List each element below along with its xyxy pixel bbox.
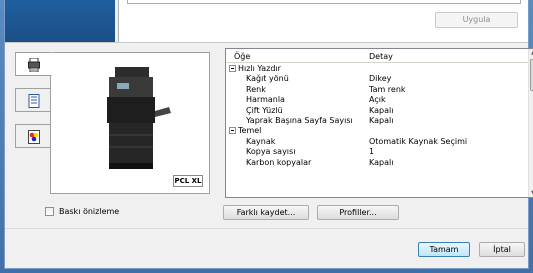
- top-settings-panel: Uygula: [118, 0, 528, 42]
- tree-item-label: Kaynak: [246, 136, 276, 146]
- tree-scrollbar[interactable]: ▲ ▼: [528, 49, 533, 197]
- divider-bottom: [5, 228, 528, 229]
- printer-icon: [28, 58, 40, 72]
- header-blue-panel: [5, 0, 115, 42]
- tree-row[interactable]: Kaynak Otomatik Kaynak Seçimi: [226, 137, 526, 147]
- tree-item-value: Otomatik Kaynak Seçimi: [369, 136, 468, 146]
- tree-item-label: Harmanla: [246, 95, 285, 105]
- tree-item-label: Temel: [238, 126, 262, 136]
- color-icon: [28, 130, 40, 144]
- tree-item-label: Yaprak Başına Sayfa Sayısı: [246, 116, 353, 125]
- print-preview-checkbox[interactable]: [45, 207, 54, 216]
- scroll-up-icon[interactable]: ▲: [529, 49, 533, 57]
- tab-document[interactable]: [15, 88, 51, 112]
- tree-item-value: Açık: [369, 95, 386, 105]
- tree-item-value: Kapalı: [369, 116, 394, 125]
- tree-item-value: Tam renk: [369, 84, 406, 94]
- tree-item-label: Çift Yüzlü: [246, 105, 283, 115]
- print-preview-label: Baskı önizleme: [59, 207, 120, 216]
- save-as-button[interactable]: Farklı kaydet...: [223, 205, 309, 220]
- tree-row[interactable]: Kopya sayısı 1: [226, 147, 526, 157]
- tree-item-value: 1: [369, 147, 375, 157]
- tab-color[interactable]: [15, 124, 51, 148]
- tree-row[interactable]: Renk Tam renk: [226, 85, 526, 95]
- collapse-icon[interactable]: [229, 65, 236, 72]
- tree-item-value: Kapalı: [369, 157, 394, 167]
- collapse-icon[interactable]: [229, 127, 236, 135]
- tree-row[interactable]: Yaprak Başına Sayfa Sayısı Kapalı: [226, 116, 526, 126]
- apply-button[interactable]: Uygula: [435, 12, 518, 28]
- tree-row[interactable]: Karbon kopyalar Kapalı: [226, 158, 526, 168]
- divider-top: [5, 42, 528, 43]
- dialog-client-area: Uygula PCL XL Öğe Detay Hızlı Yazdır Kağ…: [4, 0, 533, 269]
- tree-item-value: Kapalı: [369, 105, 394, 115]
- profiles-button[interactable]: Profiller...: [317, 205, 399, 220]
- printer-preview-panel: PCL XL: [50, 52, 210, 194]
- tree-row[interactable]: Kağıt yönü Dikey: [226, 74, 526, 84]
- ok-button[interactable]: Tamam: [418, 242, 470, 257]
- settings-tree-list[interactable]: Öğe Detay Hızlı Yazdır Kağıt yönü Dikey Ren…: [225, 48, 533, 198]
- tree-item-label: Kağıt yönü: [246, 74, 289, 84]
- tree-row[interactable]: Harmanla Açık: [226, 95, 526, 105]
- printer-device-image: [107, 67, 171, 169]
- tree-header: Öğe Detay: [226, 49, 529, 63]
- tree-item-label: Hızlı Yazdır: [238, 64, 281, 73]
- tree-group-row[interactable]: Hızlı Yazdır: [226, 64, 526, 74]
- pcl-xl-badge: PCL XL: [173, 175, 203, 187]
- tree-item-label: Karbon kopyalar: [246, 157, 312, 167]
- side-tab-strip: [15, 52, 52, 152]
- document-icon: [28, 94, 40, 108]
- top-section: Uygula: [5, 0, 528, 42]
- top-input-box: [127, 0, 521, 4]
- tree-item-value: Dikey: [369, 74, 392, 84]
- tree-item-label: Renk: [246, 84, 266, 94]
- column-header-detail[interactable]: Detay: [369, 52, 393, 61]
- tree-row[interactable]: Çift Yüzlü Kapalı: [226, 106, 526, 116]
- tab-printer[interactable]: [15, 52, 52, 76]
- scroll-down-icon[interactable]: ▼: [529, 189, 533, 197]
- cancel-button[interactable]: İptal: [479, 242, 525, 257]
- column-header-item[interactable]: Öğe: [234, 52, 250, 61]
- tree-group-row[interactable]: Temel: [226, 126, 526, 136]
- tree-item-label: Kopya sayısı: [246, 147, 296, 157]
